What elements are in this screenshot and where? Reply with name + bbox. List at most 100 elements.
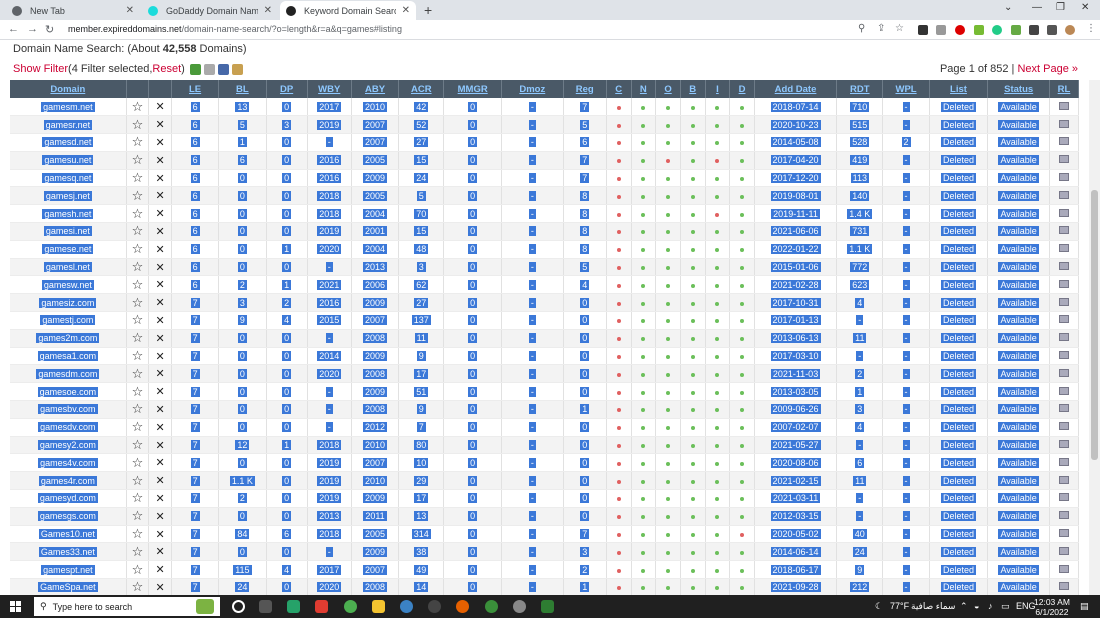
status-dot-icon[interactable] (666, 497, 671, 502)
app-icon[interactable] (315, 600, 328, 613)
metric-value[interactable]: Available (998, 226, 1039, 237)
firefox-icon[interactable] (456, 600, 469, 613)
related-links-icon[interactable] (1059, 386, 1069, 395)
metric-value[interactable]: Deleted (940, 137, 976, 148)
close-icon[interactable]: ✕ (264, 5, 272, 16)
status-dot-icon[interactable] (740, 372, 745, 377)
close-icon[interactable]: ✕ (126, 5, 134, 16)
domain-link[interactable]: gamesoe.com (37, 386, 99, 397)
metric-value[interactable]: Available (998, 511, 1039, 522)
status-dot-icon[interactable] (641, 123, 646, 128)
status-dot-icon[interactable] (690, 212, 695, 217)
related-links-icon[interactable] (1059, 155, 1069, 164)
status-dot-icon[interactable] (641, 230, 646, 235)
star-icon[interactable]: ☆ (132, 241, 144, 256)
status-dot-icon[interactable] (715, 266, 720, 271)
star-icon[interactable]: ☆ (132, 348, 144, 363)
star-icon[interactable]: ☆ (132, 579, 144, 594)
status-dot-icon[interactable] (641, 301, 646, 306)
tab-godaddy[interactable]: GoDaddy Domain Name Search ✕ (142, 1, 278, 20)
status-dot-icon[interactable] (715, 461, 720, 466)
close-icon[interactable]: ✕ (156, 529, 165, 541)
status-dot-icon[interactable] (740, 194, 745, 199)
domain-link[interactable]: gamesh.net (42, 208, 94, 219)
status-dot-icon[interactable] (690, 123, 695, 128)
related-links-icon[interactable] (1059, 529, 1069, 538)
chevron-down-icon[interactable]: ⌄ (1004, 2, 1012, 13)
related-links-icon[interactable] (1059, 137, 1069, 146)
domain-link[interactable]: GameSpa.net (38, 582, 98, 593)
maximize-button[interactable]: ❐ (1056, 2, 1065, 13)
metric-value[interactable]: Deleted (940, 511, 976, 522)
clock[interactable]: 12:03 AM 6/1/2022 (1034, 597, 1070, 617)
status-dot-icon[interactable] (740, 515, 745, 520)
status-dot-icon[interactable] (740, 159, 745, 164)
related-links-icon[interactable] (1059, 226, 1069, 235)
close-icon[interactable]: ✕ (156, 208, 165, 220)
status-dot-icon[interactable] (641, 283, 646, 288)
status-dot-icon[interactable] (666, 159, 671, 164)
status-dot-icon[interactable] (641, 461, 646, 466)
status-dot-icon[interactable] (666, 479, 671, 484)
volume-icon[interactable]: ♪ (988, 601, 993, 611)
close-icon[interactable]: ✕ (156, 279, 165, 291)
status-dot-icon[interactable] (641, 194, 646, 199)
metric-value[interactable]: Available (998, 457, 1039, 468)
domain-link[interactable]: games4r.com (38, 475, 97, 486)
related-links-icon[interactable] (1059, 262, 1069, 271)
domain-link[interactable]: gamesyd.com (37, 493, 98, 504)
status-dot-icon[interactable] (616, 319, 621, 324)
metric-value[interactable]: Available (998, 173, 1039, 184)
status-dot-icon[interactable] (715, 355, 720, 360)
status-dot-icon[interactable] (740, 337, 745, 342)
status-dot-icon[interactable] (740, 141, 745, 146)
metric-value[interactable]: Deleted (940, 279, 976, 290)
column-header[interactable]: Reg (563, 80, 607, 98)
status-dot-icon[interactable] (715, 568, 720, 573)
metric-value[interactable]: Available (998, 351, 1039, 362)
related-links-icon[interactable] (1059, 101, 1069, 110)
status-dot-icon[interactable] (715, 283, 720, 288)
column-header[interactable]: I (705, 80, 731, 98)
extension-icon[interactable] (918, 25, 928, 35)
status-dot-icon[interactable] (740, 266, 745, 271)
related-links-icon[interactable] (1059, 582, 1069, 591)
new-tab-button[interactable]: + (424, 2, 432, 18)
metric-value[interactable]: Available (998, 422, 1039, 433)
metric-value[interactable]: Available (998, 315, 1039, 326)
related-links-icon[interactable] (1059, 493, 1069, 502)
metric-value[interactable]: Deleted (940, 475, 976, 486)
column-header[interactable]: Dmoz (501, 80, 564, 98)
domain-link[interactable]: gamesdm.com (36, 368, 100, 379)
star-icon[interactable]: ☆ (132, 117, 144, 132)
status-dot-icon[interactable] (690, 586, 695, 591)
metric-value[interactable]: Available (998, 529, 1039, 540)
status-dot-icon[interactable] (715, 230, 720, 235)
domain-link[interactable]: gamesgs.com (37, 511, 98, 522)
domain-link[interactable]: gamesu.net (42, 155, 94, 166)
status-dot-icon[interactable] (715, 533, 720, 538)
status-dot-icon[interactable] (666, 319, 671, 324)
metric-value[interactable]: Available (998, 155, 1039, 166)
status-dot-icon[interactable] (641, 586, 646, 591)
related-links-icon[interactable] (1059, 546, 1069, 555)
status-dot-icon[interactable] (715, 141, 720, 146)
metric-value[interactable]: Deleted (940, 315, 976, 326)
status-dot-icon[interactable] (616, 105, 621, 110)
status-dot-icon[interactable] (690, 248, 695, 253)
status-dot-icon[interactable] (616, 586, 621, 591)
domain-link[interactable]: gamestj.com (40, 315, 96, 326)
star-icon[interactable]: ☆ (132, 544, 144, 559)
star-icon[interactable]: ☆ (132, 170, 144, 185)
status-dot-icon[interactable] (666, 390, 671, 395)
status-dot-icon[interactable] (740, 479, 745, 484)
extension-icon[interactable] (992, 25, 1002, 35)
status-dot-icon[interactable] (690, 550, 695, 555)
menu-icon[interactable]: ⋮ (1086, 23, 1096, 34)
app-icon[interactable] (485, 600, 498, 613)
column-header[interactable]: D (729, 80, 755, 98)
domain-link[interactable]: Games10.net (38, 529, 97, 540)
back-arrow-icon[interactable]: ← (8, 23, 19, 35)
extension-icon[interactable] (974, 25, 984, 35)
domain-link[interactable]: gamesa1.com (37, 351, 99, 362)
